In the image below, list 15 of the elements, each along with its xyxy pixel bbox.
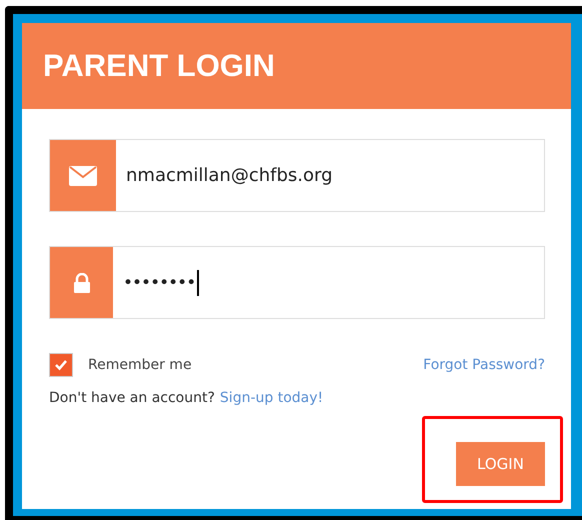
password-field[interactable]: ••••••••: [49, 246, 545, 319]
login-title: PARENT LOGIN: [43, 48, 275, 84]
text-caret: [197, 270, 200, 296]
signup-prompt: Don't have an account?: [49, 390, 215, 406]
remember-label: Remember me: [88, 357, 192, 373]
envelope-icon: [50, 140, 116, 211]
signup-link[interactable]: Sign-up today!: [220, 390, 324, 406]
remember-checkbox[interactable]: [49, 353, 73, 377]
password-value: ••••••••: [123, 272, 196, 292]
email-value: nmacmillan@chfbs.org: [126, 165, 333, 186]
email-field[interactable]: nmacmillan@chfbs.org: [49, 139, 545, 212]
login-button[interactable]: LOGIN: [456, 442, 545, 486]
lock-icon: [50, 247, 113, 318]
forgot-password-link[interactable]: Forgot Password?: [423, 357, 545, 373]
checkmark-icon: [54, 359, 68, 371]
